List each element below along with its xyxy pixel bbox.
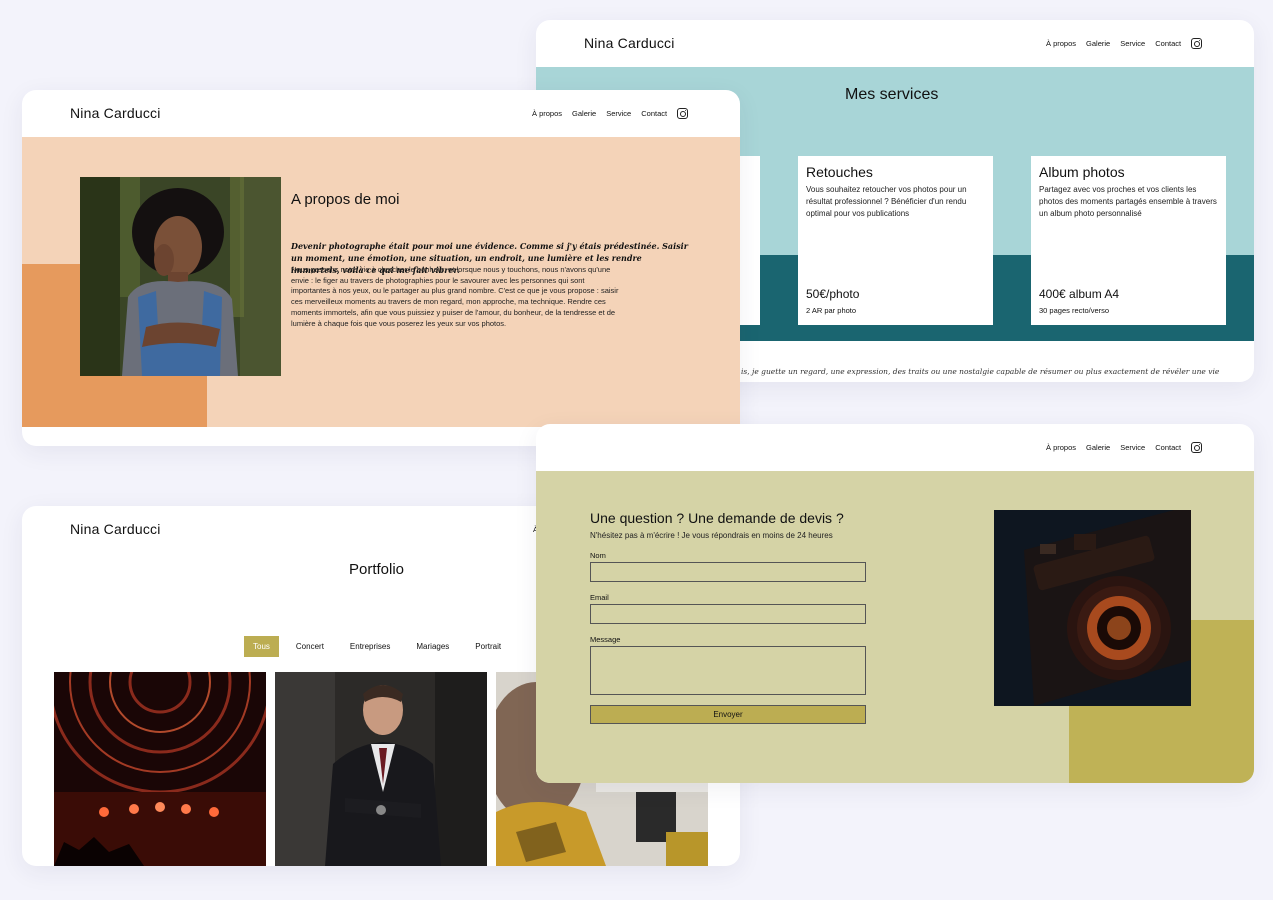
nav-item-service[interactable]: Service <box>1120 39 1145 48</box>
camera-image <box>994 510 1191 706</box>
contact-subtitle: N'hésitez pas à m'écrire ! Je vous répon… <box>590 531 833 540</box>
photographer-portrait-image <box>80 177 281 376</box>
service-card-title: Album photos <box>1039 164 1125 180</box>
header: À propos Galerie Service Contact <box>536 424 1254 470</box>
nav-menu: À propos Galerie Service Contact <box>532 107 689 119</box>
services-title: Mes services <box>845 86 939 103</box>
email-label: Email <box>590 593 609 602</box>
nav-item-contact[interactable]: Contact <box>1155 443 1181 452</box>
instagram-icon[interactable] <box>677 107 689 119</box>
service-card-text: Partagez avec vos proches et vos clients… <box>1039 185 1217 218</box>
nav-item-gallery[interactable]: Galerie <box>572 109 596 118</box>
nav-item-gallery[interactable]: Galerie <box>1086 443 1110 452</box>
message-label: Message <box>590 635 621 644</box>
name-label: Nom <box>590 551 606 560</box>
contact-title: Une question ? Une demande de devis ? <box>590 510 844 526</box>
header: Nina Carducci À propos Galerie Service C… <box>22 90 740 136</box>
contact-page-preview: À propos Galerie Service Contact Une que… <box>536 424 1254 783</box>
nav-item-service[interactable]: Service <box>606 109 631 118</box>
gallery-image-business[interactable] <box>275 672 487 866</box>
about-page-preview: Nina Carducci À propos Galerie Service C… <box>22 90 740 446</box>
nav-item-contact[interactable]: Contact <box>641 109 667 118</box>
service-card-detail: 30 pages recto/verso <box>1039 306 1110 315</box>
brand-name[interactable]: Nina Carducci <box>70 105 161 121</box>
filter-all-button[interactable]: Tous <box>244 636 279 657</box>
nav-item-contact[interactable]: Contact <box>1155 39 1181 48</box>
filter-portrait-button[interactable]: Portrait <box>466 636 510 657</box>
brand-name[interactable]: Nina Carducci <box>70 521 161 537</box>
instagram-icon[interactable] <box>1191 441 1203 453</box>
nav-item-about[interactable]: À propos <box>532 109 562 118</box>
gallery-filter-bar: Tous Concert Entreprises Mariages Portra… <box>244 636 518 657</box>
nav-item-service[interactable]: Service <box>1120 443 1145 452</box>
nav-menu: À propos Galerie Service Contact <box>1046 37 1203 49</box>
portfolio-title: Portfolio <box>349 561 405 578</box>
service-card-retouches: Retouches Vous souhaitez retoucher vos p… <box>798 156 993 325</box>
filter-business-button[interactable]: Entreprises <box>341 636 399 657</box>
service-card-price: 400€ album A4 <box>1039 287 1120 301</box>
message-textarea[interactable] <box>590 646 866 695</box>
header: Nina Carducci À propos Galerie Service C… <box>536 20 1254 66</box>
service-card-title: Retouches <box>806 164 873 180</box>
service-card-text: Vous souhaitez retoucher vos photos pour… <box>806 185 967 218</box>
instagram-icon[interactable] <box>1191 37 1203 49</box>
nav-item-gallery[interactable]: Galerie <box>1086 39 1110 48</box>
nav-menu: À propos Galerie Service Contact <box>1046 441 1203 453</box>
about-body-text: Nous passons notre vie à chercher le bon… <box>291 265 619 328</box>
service-card-album: Album photos Partagez avec vos proches e… <box>1031 156 1226 325</box>
brand-name[interactable]: Nina Carducci <box>584 35 675 51</box>
nav-item-about[interactable]: À propos <box>1046 443 1076 452</box>
filter-concert-button[interactable]: Concert <box>287 636 333 657</box>
filter-weddings-button[interactable]: Mariages <box>407 636 458 657</box>
send-button[interactable]: Envoyer <box>590 705 866 724</box>
service-card-price: 50€/photo <box>806 287 860 301</box>
email-input[interactable] <box>590 604 866 624</box>
service-card-detail: 2 AR par photo <box>806 306 857 315</box>
name-input[interactable] <box>590 562 866 582</box>
gallery-image-concert[interactable] <box>54 672 266 866</box>
nav-item-about[interactable]: À propos <box>1046 39 1076 48</box>
about-title: A propos de moi <box>291 191 400 208</box>
quote-line: is, je guette un regard, une expression,… <box>741 367 1220 376</box>
